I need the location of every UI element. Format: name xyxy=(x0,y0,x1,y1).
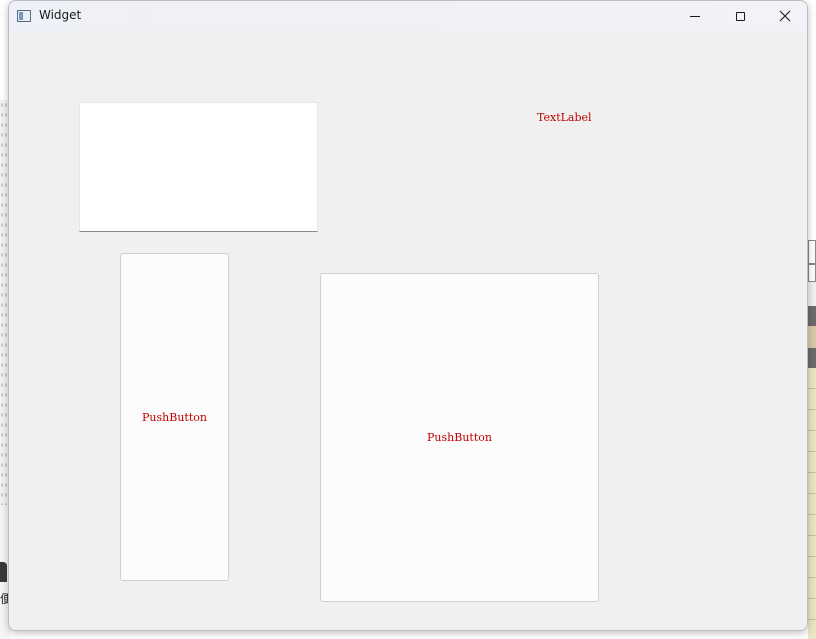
minimize-button[interactable] xyxy=(672,1,718,31)
push-button-right[interactable]: PushButton xyxy=(320,273,599,602)
window-title: Widget xyxy=(39,8,82,22)
minimize-icon xyxy=(690,15,700,17)
background-header-row xyxy=(808,348,816,368)
close-icon xyxy=(779,10,791,22)
window-client-area: TextLabel PushButton PushButton xyxy=(9,31,807,630)
background-field xyxy=(808,264,816,282)
background-window-right xyxy=(808,240,816,639)
push-button-right-label: PushButton xyxy=(427,431,492,444)
background-partial-icon xyxy=(0,562,7,582)
title-bar[interactable]: Widget xyxy=(9,1,807,31)
push-button-left[interactable]: PushButton xyxy=(120,253,229,581)
text-label: TextLabel xyxy=(537,111,592,124)
background-field xyxy=(808,240,816,264)
widget-window: Widget TextLabel PushButton PushButton xyxy=(8,0,808,631)
background-header-row xyxy=(808,306,816,326)
maximize-icon xyxy=(735,11,745,21)
background-row xyxy=(808,326,816,348)
close-button[interactable] xyxy=(762,1,807,31)
maximize-button[interactable] xyxy=(717,1,763,31)
text-edit-field[interactable] xyxy=(79,102,318,232)
push-button-left-label: PushButton xyxy=(142,410,207,424)
background-property-rows xyxy=(808,368,816,639)
app-window-icon xyxy=(17,10,31,22)
background-panel xyxy=(808,282,816,306)
